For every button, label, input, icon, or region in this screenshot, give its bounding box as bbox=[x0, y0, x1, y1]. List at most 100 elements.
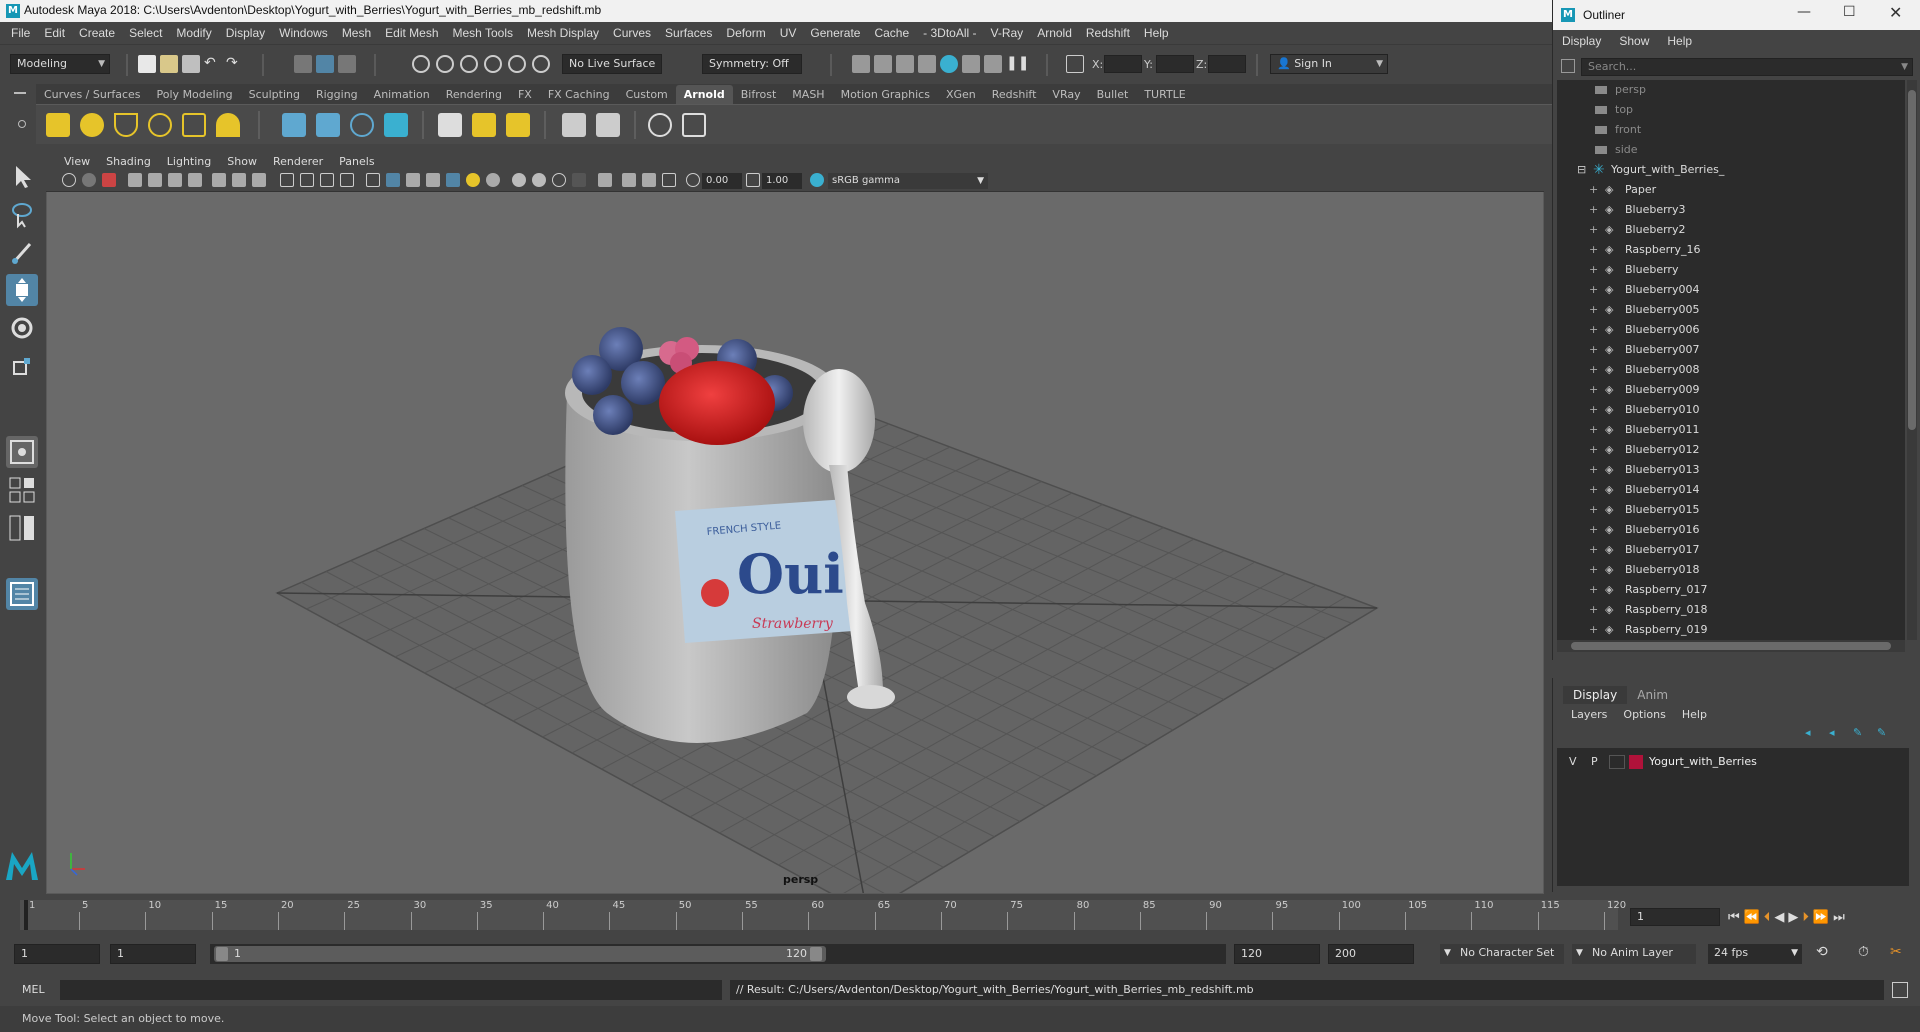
fps-dropdown[interactable]: 24 fps ▼ bbox=[1708, 944, 1802, 964]
shelf-tab-curves-surfaces[interactable]: Curves / Surfaces bbox=[36, 85, 149, 104]
mesh-light-icon[interactable] bbox=[114, 113, 138, 137]
z-field[interactable] bbox=[1208, 55, 1246, 73]
play-backwards-icon[interactable]: ◀ bbox=[1774, 910, 1788, 925]
resolution-gate-icon[interactable] bbox=[252, 173, 266, 187]
close-icon[interactable]: ✕ bbox=[1889, 3, 1902, 22]
expand-icon[interactable]: + bbox=[1589, 380, 1598, 400]
go-to-end-icon[interactable]: ⏭ bbox=[1833, 910, 1849, 925]
menu-mesh-tools[interactable]: Mesh Tools bbox=[446, 26, 520, 40]
outliner-item[interactable]: + ◈ Blueberry014 bbox=[1557, 480, 1905, 500]
outliner-item[interactable]: + ◈ Raspberry_017 bbox=[1557, 580, 1905, 600]
filter-icon[interactable] bbox=[1561, 59, 1575, 73]
layer-tab-display[interactable]: Display bbox=[1563, 686, 1628, 704]
shelf-tab-rigging[interactable]: Rigging bbox=[308, 85, 366, 104]
isolate-select-icon[interactable] bbox=[598, 173, 612, 187]
depth-of-field-icon[interactable] bbox=[572, 173, 586, 187]
outliner-item[interactable]: + ◈ Blueberry016 bbox=[1557, 520, 1905, 540]
select-object-icon[interactable] bbox=[316, 55, 334, 73]
lasso-tool-icon[interactable] bbox=[6, 198, 38, 230]
menu-edit[interactable]: Edit bbox=[37, 26, 72, 40]
expand-icon[interactable]: + bbox=[1589, 480, 1598, 500]
smooth-shade-icon[interactable] bbox=[386, 173, 400, 187]
start-time-field[interactable]: 1 bbox=[14, 944, 100, 964]
symmetry-dropdown[interactable]: Symmetry: Off bbox=[702, 54, 802, 74]
area-light-icon[interactable] bbox=[46, 113, 70, 137]
shelf-tab-sculpting[interactable]: Sculpting bbox=[241, 85, 308, 104]
outliner-item[interactable]: + ◈ Raspberry_018 bbox=[1557, 600, 1905, 620]
collapse-icon[interactable]: ⊟ bbox=[1577, 160, 1586, 180]
expand-icon[interactable]: + bbox=[1589, 340, 1598, 360]
script-language-toggle[interactable]: MEL bbox=[22, 983, 45, 996]
current-time-marker[interactable] bbox=[24, 900, 28, 930]
outliner-item[interactable]: + ◈ Blueberry005 bbox=[1557, 300, 1905, 320]
outliner-item[interactable]: + ◈ Blueberry008 bbox=[1557, 360, 1905, 380]
range-end-grip[interactable] bbox=[810, 947, 822, 961]
2d-pan-zoom-icon[interactable] bbox=[168, 173, 182, 187]
menu-arnold[interactable]: Arnold bbox=[1030, 26, 1079, 40]
shelf-tab-motion-graphics[interactable]: Motion Graphics bbox=[833, 85, 938, 104]
anim-preferences-icon[interactable]: ✂ bbox=[1890, 944, 1902, 960]
redo-icon[interactable]: ↷ bbox=[226, 55, 244, 73]
menu-deform[interactable]: Deform bbox=[719, 26, 772, 40]
layer-menu-layers[interactable]: Layers bbox=[1563, 706, 1615, 723]
expand-icon[interactable]: + bbox=[1589, 400, 1598, 420]
viewport-scene[interactable]: FRENCH STYLE Oui Strawberry bbox=[47, 153, 1544, 894]
skydome-light-icon[interactable] bbox=[148, 113, 172, 137]
save-scene-icon[interactable] bbox=[182, 55, 200, 73]
layer-menu-options[interactable]: Options bbox=[1615, 706, 1673, 723]
gate-mask-icon[interactable] bbox=[280, 173, 294, 187]
menu-mesh[interactable]: Mesh bbox=[335, 26, 378, 40]
xray-joints-icon[interactable] bbox=[622, 173, 636, 187]
live-surface-field[interactable]: No Live Surface bbox=[562, 54, 662, 74]
license-manager-icon[interactable] bbox=[596, 113, 620, 137]
bookmarks-icon[interactable] bbox=[128, 173, 142, 187]
layer-tab-anim[interactable]: Anim bbox=[1627, 686, 1678, 704]
outliner-item[interactable]: + ◈ Blueberry017 bbox=[1557, 540, 1905, 560]
menu-3dtoall[interactable]: - 3DtoAll - bbox=[916, 26, 983, 40]
outliner-item[interactable]: + ◈ Blueberry bbox=[1557, 260, 1905, 280]
outliner-item-persp[interactable]: persp bbox=[1557, 80, 1905, 100]
outliner-item[interactable]: + ◈ Raspberry_16 bbox=[1557, 240, 1905, 260]
menu-edit-mesh[interactable]: Edit Mesh bbox=[378, 26, 445, 40]
render-view-icon[interactable] bbox=[962, 55, 980, 73]
render-settings-icon[interactable] bbox=[918, 55, 936, 73]
character-set-dropdown[interactable]: ▼ No Character Set bbox=[1440, 944, 1564, 964]
expand-icon[interactable]: + bbox=[1589, 180, 1598, 200]
expand-icon[interactable]: + bbox=[1589, 600, 1598, 620]
move-layer-up-icon[interactable]: ◂ bbox=[1805, 726, 1819, 740]
outliner-menu-help[interactable]: Help bbox=[1658, 32, 1701, 52]
sign-in-button[interactable]: 👤 Sign In ▼ bbox=[1270, 54, 1388, 74]
viewport-persp[interactable]: FRENCH STYLE Oui Strawberry persp bbox=[46, 152, 1544, 894]
shelf-tab-redshift[interactable]: Redshift bbox=[984, 85, 1045, 104]
expand-icon[interactable]: + bbox=[1589, 200, 1598, 220]
shelf-menu-icon[interactable] bbox=[14, 92, 26, 94]
playback-end-field[interactable]: 120 bbox=[1234, 944, 1320, 964]
scrollbar-thumb[interactable] bbox=[1571, 642, 1891, 650]
shelf-tab-rendering[interactable]: Rendering bbox=[438, 85, 510, 104]
auto-key-icon[interactable]: ⏱ bbox=[1858, 944, 1869, 960]
select-camera-icon[interactable] bbox=[62, 173, 76, 187]
outliner-item[interactable]: + ◈ Blueberry006 bbox=[1557, 320, 1905, 340]
outliner-item[interactable]: + ◈ Blueberry015 bbox=[1557, 500, 1905, 520]
ipr-render-icon[interactable] bbox=[896, 55, 914, 73]
expand-icon[interactable]: + bbox=[1589, 460, 1598, 480]
x-field[interactable] bbox=[1104, 55, 1142, 73]
undo-icon[interactable]: ↶ bbox=[204, 55, 222, 73]
snap-point-icon[interactable] bbox=[460, 55, 478, 73]
outliner-search-input[interactable]: Search... ▼ bbox=[1581, 58, 1913, 76]
panel-menu-view[interactable]: View bbox=[56, 155, 98, 168]
two-view-layout-icon[interactable] bbox=[6, 512, 38, 544]
color-space-dropdown[interactable]: sRGB gamma ▼ bbox=[828, 173, 988, 189]
hypershade-icon[interactable] bbox=[940, 55, 958, 73]
loop-icon[interactable]: ⟲ bbox=[1816, 944, 1828, 960]
snap-curve-icon[interactable] bbox=[436, 55, 454, 73]
expand-icon[interactable]: + bbox=[1589, 420, 1598, 440]
outliner-item[interactable]: + ◈ Blueberry3 bbox=[1557, 200, 1905, 220]
menu-help[interactable]: Help bbox=[1137, 26, 1176, 40]
point-light-icon[interactable] bbox=[80, 113, 104, 137]
scrollbar-thumb[interactable] bbox=[1908, 90, 1916, 430]
menu-mesh-display[interactable]: Mesh Display bbox=[520, 26, 606, 40]
backface-culling-icon[interactable] bbox=[662, 173, 676, 187]
panel-menu-show[interactable]: Show bbox=[219, 155, 265, 168]
menu-display[interactable]: Display bbox=[219, 26, 272, 40]
